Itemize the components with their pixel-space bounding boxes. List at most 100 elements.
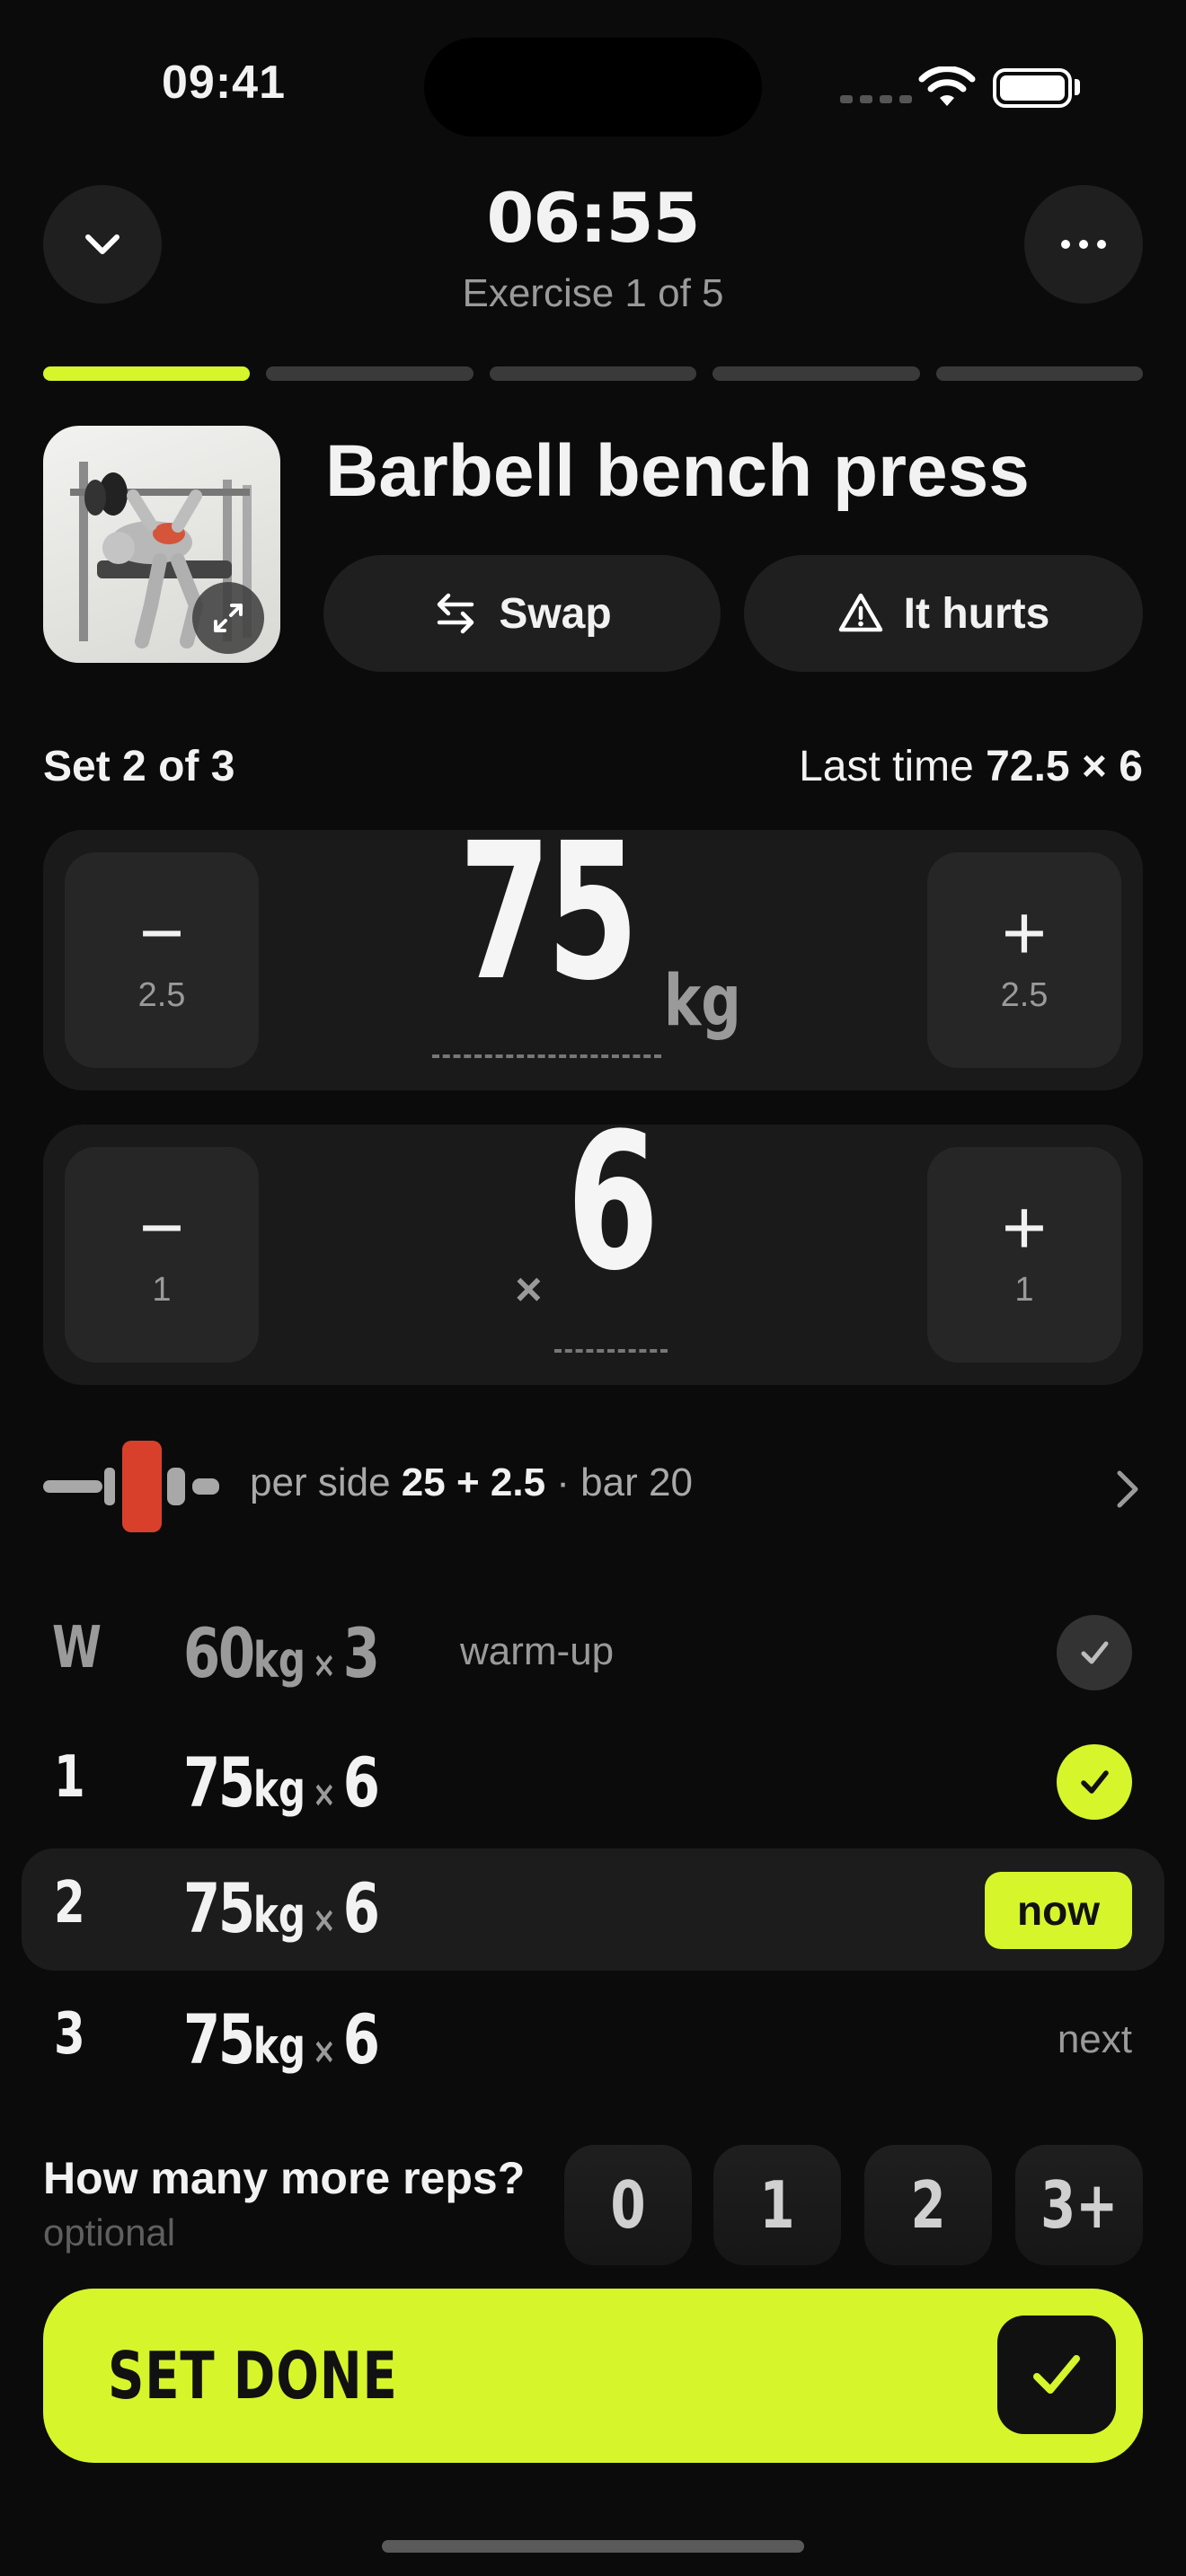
- set-label: Set 2 of 3: [43, 743, 235, 790]
- reps-increment-step: 1: [1014, 1270, 1034, 1309]
- set-row-1[interactable]: 1 75kg × 6: [0, 1728, 1186, 1836]
- set-row-label: 1: [54, 1744, 85, 1811]
- cellular-icon: [840, 95, 912, 103]
- reps-decrement-button[interactable]: − 1: [65, 1147, 259, 1363]
- set-weight: 75: [183, 1868, 255, 1948]
- chevron-right-icon[interactable]: [1111, 1468, 1146, 1511]
- it-hurts-label: It hurts: [903, 589, 1050, 638]
- swap-button[interactable]: Swap: [323, 555, 721, 672]
- collapse-button[interactable]: [43, 185, 162, 304]
- rir-option-1[interactable]: 1: [713, 2145, 841, 2265]
- set-row-label: 3: [54, 2001, 85, 2068]
- set-reps: 6: [342, 1999, 380, 2079]
- set-row-warmup[interactable]: W 60kg × 3 warm-up: [0, 1599, 1186, 1707]
- reps-value: 6: [567, 1092, 659, 1312]
- last-time: Last time 72.5 × 6: [799, 742, 1143, 791]
- set-times: ×: [312, 1900, 336, 1941]
- it-hurts-button[interactable]: It hurts: [744, 555, 1143, 672]
- set-reps: 6: [342, 1742, 380, 1822]
- exercise-title: Barbell bench press: [325, 430, 1030, 512]
- next-label: next: [1057, 2017, 1132, 2061]
- battery-tip: [1075, 79, 1080, 95]
- set-weight: 75: [183, 1742, 255, 1822]
- warmup-check-icon[interactable]: [1057, 1615, 1132, 1690]
- set-row-weight: 75kg × 6: [183, 1999, 380, 2079]
- reps-decrement-step: 1: [152, 1270, 172, 1309]
- warmup-note: warm-up: [460, 1629, 615, 1673]
- weight-decrement-button[interactable]: − 2.5: [65, 852, 259, 1068]
- set-unit: kg: [252, 1632, 305, 1689]
- plate-bar: · bar 20: [556, 1460, 693, 1504]
- rir-question: How many more reps?: [43, 2153, 526, 2203]
- set-done-label: SET DONE: [108, 2338, 398, 2413]
- reps-stepper: − 1 × 6 + 1: [43, 1108, 1143, 1385]
- last-time-prefix: Last time: [799, 743, 974, 790]
- set-row-weight: 75kg × 6: [183, 1742, 380, 1822]
- set-unit: kg: [252, 1887, 305, 1944]
- last-time-value: 72.5 × 6: [986, 743, 1143, 790]
- reps-increment-button[interactable]: + 1: [927, 1147, 1121, 1363]
- reps-display[interactable]: × 6: [313, 1108, 870, 1353]
- rir-optional: optional: [43, 2211, 176, 2254]
- barbell-icon: [43, 1441, 219, 1532]
- more-icon: [1061, 240, 1106, 249]
- completed-check-icon[interactable]: [1057, 1744, 1132, 1820]
- workout-timer: 06:55: [486, 178, 701, 258]
- expand-icon: [214, 604, 243, 632]
- minus-icon: −: [138, 1184, 185, 1271]
- check-icon: [997, 2316, 1116, 2434]
- set-times: ×: [312, 1645, 336, 1686]
- set-unit: kg: [252, 1761, 305, 1818]
- progress-segment: [935, 366, 1144, 381]
- status-time: 09:41: [162, 57, 286, 109]
- expand-button[interactable]: [192, 582, 264, 654]
- rir-option-label: 2: [910, 2167, 946, 2243]
- rir-option-label: 1: [759, 2167, 795, 2243]
- set-times: ×: [312, 2031, 336, 2072]
- set-weight: 75: [183, 1999, 255, 2079]
- rir-option-2[interactable]: 2: [864, 2145, 992, 2265]
- weight-value-wrap: 75: [431, 818, 661, 1058]
- rir-option-label: 0: [610, 2167, 646, 2243]
- more-button[interactable]: [1024, 185, 1143, 304]
- rir-option-3plus[interactable]: 3+: [1015, 2145, 1143, 2265]
- set-row-3[interactable]: 3 75kg × 6: [0, 1989, 1186, 2096]
- plate-per-side: 25 + 2.5: [401, 1460, 546, 1504]
- weight-increment-button[interactable]: + 2.5: [927, 852, 1121, 1068]
- set-row-weight: 75kg × 6: [183, 1868, 380, 1948]
- weight-unit: kg: [663, 961, 741, 1042]
- set-row-weight: 60kg × 3: [183, 1613, 380, 1693]
- set-done-button[interactable]: SET DONE: [43, 2289, 1143, 2463]
- plate-breakdown[interactable]: per side 25 + 2.5 · bar 20: [250, 1460, 693, 1505]
- exercise-progress-label: Exercise 1 of 5: [462, 271, 724, 315]
- weight-increment-step: 2.5: [1000, 975, 1049, 1014]
- battery-icon: [993, 68, 1072, 108]
- swap-label: Swap: [499, 589, 612, 638]
- set-reps: 6: [342, 1868, 380, 1948]
- weight-display[interactable]: 75 kg: [313, 818, 870, 1058]
- progress-segment: [712, 366, 920, 381]
- progress-segment: [489, 366, 697, 381]
- weight-decrement-step: 2.5: [137, 975, 186, 1014]
- set-weight: 60: [183, 1613, 255, 1693]
- plate-prefix: per side: [250, 1460, 391, 1504]
- set-row-label: W: [52, 1615, 102, 1681]
- progress-segment: [266, 366, 474, 381]
- weight-stepper: − 2.5 75 kg + 2.5: [43, 818, 1143, 1090]
- plus-icon: +: [1001, 889, 1048, 976]
- chevron-down-icon: [85, 234, 119, 254]
- reps-value-wrap: 6: [554, 1092, 668, 1353]
- set-unit: kg: [252, 2018, 305, 2075]
- plus-icon: +: [1001, 1184, 1048, 1271]
- swap-icon: [438, 593, 474, 634]
- now-badge: now: [985, 1872, 1132, 1949]
- set-row-label: 2: [54, 1870, 85, 1936]
- set-reps: 3: [342, 1613, 380, 1693]
- home-indicator: [382, 2540, 804, 2553]
- rir-option-0[interactable]: 0: [564, 2145, 692, 2265]
- dynamic-island: [424, 38, 762, 137]
- progress-segment: [43, 366, 251, 381]
- rir-option-label: 3+: [1040, 2167, 1119, 2243]
- warning-icon: [838, 593, 882, 632]
- reps-prefix: ×: [515, 1264, 543, 1316]
